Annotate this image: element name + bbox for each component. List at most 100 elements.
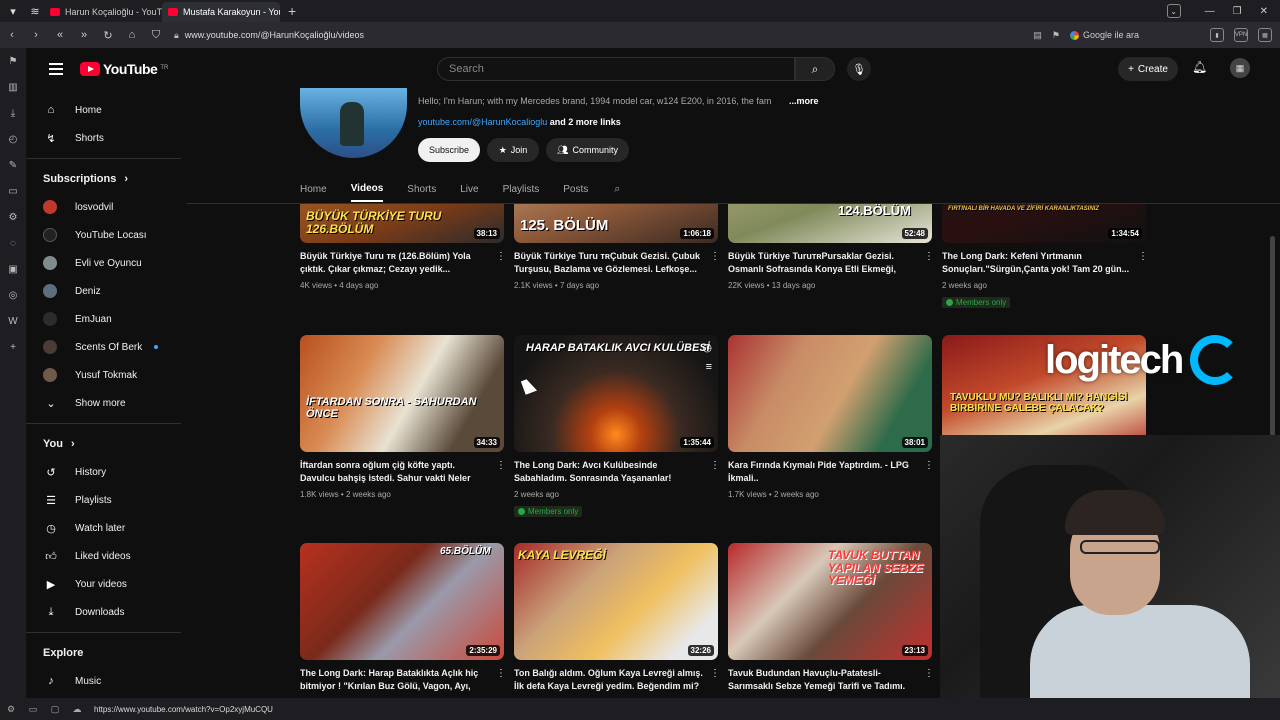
channel-avatar[interactable] [300, 88, 407, 158]
video-card[interactable]: 125. BÖLÜM 1:06:18 Büyük Türkiye Turu ᴛʀ… [514, 204, 720, 290]
video-title[interactable]: Ton Balığı aldım. Oğlum Kaya Levreği alm… [514, 667, 718, 693]
history-panel-icon[interactable]: ◴ [0, 126, 26, 152]
bookmarks-panel-icon[interactable]: ⚑ [0, 48, 26, 74]
more-actions-icon[interactable]: ⋮ [710, 251, 720, 262]
add-to-queue-icon[interactable]: ≡ [706, 361, 712, 373]
more-actions-icon[interactable]: ⋮ [1138, 251, 1148, 262]
guide-item-history[interactable]: ↺ History [26, 458, 181, 486]
tab-list-icon[interactable]: ⌄ [1166, 4, 1181, 18]
notes-panel-icon[interactable]: ✎ [0, 152, 26, 178]
watch-later-icon[interactable]: ◷ [702, 341, 712, 354]
url-field[interactable]: 🔒︎ www.youtube.com/@HarunKoçalioğlu/vide… [174, 30, 1014, 41]
guide-item-shorts[interactable]: ↯ Shorts [26, 124, 181, 152]
window-panel-icon[interactable]: ▭ [0, 178, 26, 204]
tab-stack-icon[interactable]: ≋ [26, 2, 44, 20]
chat-panel-icon[interactable]: ◌ [0, 230, 26, 256]
video-thumbnail[interactable]: İFTARDAN SONRA - SAHURDAN ÖNCE 34:33 [300, 335, 504, 452]
tab-home[interactable]: Home [300, 176, 327, 202]
video-thumbnail[interactable]: HARAP BATAKLIK AVCI KULÜBESİ 1:35:44 ◷ ≡ [514, 335, 718, 452]
reload-icon[interactable]: ↻ [96, 23, 120, 47]
more-actions-icon[interactable]: ⋮ [496, 460, 506, 471]
video-title[interactable]: Büyük Türkiye TuruᴛʀPursaklar Gezisi. Os… [728, 250, 932, 276]
video-title[interactable]: Büyük Türkiye Turu ᴛʀÇubuk Gezisi. Çubuk… [514, 250, 718, 276]
extensions-puzzle-icon[interactable]: ▦ [1258, 28, 1272, 42]
reading-list-icon[interactable]: ▥ [0, 74, 26, 100]
tab-shorts[interactable]: Shorts [407, 176, 436, 202]
subscription-item[interactable]: Yusuf Tokmak [26, 361, 181, 389]
tab-videos[interactable]: Videos [350, 176, 384, 202]
video-thumbnail[interactable]: KAYA LEVREĞİ 32:26 [514, 543, 718, 660]
video-card[interactable]: 38:01 Kara Fırında Kıymalı Pide Yaptırdı… [728, 335, 934, 499]
video-thumbnail[interactable]: TAVUK BUTTAN YAPILAN SEBZE YEMEĞİ 23:13 [728, 543, 932, 660]
web-panel-icon[interactable]: ◎ [0, 282, 26, 308]
close-window-icon[interactable]: ✕ [1260, 6, 1268, 17]
vpn-icon[interactable]: VPN [1234, 28, 1248, 42]
join-button[interactable]: ★ Join [487, 138, 539, 162]
guide-item-watch-later[interactable]: ◷ Watch later [26, 514, 181, 542]
subscription-item[interactable]: YouTube Locası [26, 221, 181, 249]
downloads-panel-icon[interactable]: ⤓ [0, 100, 26, 126]
guide-item-your-videos[interactable]: ▶ Your videos [26, 570, 181, 598]
home-icon[interactable]: ⌂ [120, 23, 144, 47]
restore-icon[interactable]: ❐ [1233, 6, 1242, 17]
browser-tab[interactable]: Harun Koçalioğlu - YouTub [44, 2, 162, 22]
guide-item-downloads[interactable]: ⤓ Downloads [26, 598, 181, 626]
bookmark-icon[interactable]: ⚑ [1052, 30, 1060, 41]
more-actions-icon[interactable]: ⋮ [710, 668, 720, 679]
page-scrollbar[interactable] [1270, 236, 1275, 436]
video-thumbnail[interactable]: 124.BÖLÜM 52:48 [728, 204, 932, 243]
video-thumbnail[interactable]: BÜYÜK TÜRKİYE TURU 126.BÖLÜM 38:13 [300, 204, 504, 243]
minimize-icon[interactable]: — [1205, 6, 1215, 17]
search-input[interactable]: Search [437, 57, 795, 81]
new-tab-icon[interactable]: + [288, 3, 296, 19]
guide-item-music[interactable]: ♪ Music [26, 667, 181, 695]
video-card[interactable]: FIRTINALI BİR HAVADA VE ZİFİRİ KARANLIKT… [942, 204, 1148, 311]
extension-icon[interactable]: ▮ [1210, 28, 1224, 42]
more-actions-icon[interactable]: ⋮ [924, 460, 934, 471]
vivaldi-menu-icon[interactable]: ▾ [4, 2, 22, 20]
guide-item-playlists[interactable]: ☰ Playlists [26, 486, 181, 514]
subscription-item[interactable]: Deniz [26, 277, 181, 305]
forward-icon[interactable]: › [24, 23, 48, 47]
subscription-item[interactable]: Evli ve Oyuncu [26, 249, 181, 277]
video-title[interactable]: İftardan sonra oğlum çiğ köfte yaptı. Da… [300, 459, 504, 485]
video-thumbnail[interactable]: FIRTINALI BİR HAVADA VE ZİFİRİ KARANLIKT… [942, 204, 1146, 243]
search-engine-field[interactable]: Google ile ara [1070, 30, 1200, 40]
subscriptions-header[interactable]: Subscriptions › [26, 165, 181, 193]
settings-icon[interactable]: ⚙ [0, 704, 22, 715]
fast-forward-icon[interactable]: » [72, 23, 96, 47]
subscription-item[interactable]: Scents Of Berk [26, 333, 181, 361]
cloud-icon[interactable]: ☁ [66, 704, 88, 715]
reader-icon[interactable]: ▤ [1033, 30, 1042, 41]
mastodon-panel-icon[interactable]: ▣ [0, 256, 26, 282]
channel-link[interactable]: youtube.com/@HarunKocalioglu [418, 117, 547, 127]
more-actions-icon[interactable]: ⋮ [710, 460, 720, 471]
video-thumbnail[interactable]: 125. BÖLÜM 1:06:18 [514, 204, 718, 243]
more-actions-icon[interactable]: ⋮ [924, 251, 934, 262]
video-thumbnail[interactable]: 65.BÖLÜM 2:35:29 [300, 543, 504, 660]
hamburger-menu-icon[interactable] [36, 63, 76, 75]
video-thumbnail[interactable]: 38:01 [728, 335, 932, 452]
subscription-item[interactable]: losvodvil [26, 193, 181, 221]
guide-item-liked-videos[interactable]: 👍︎ Liked videos [26, 542, 181, 570]
video-card[interactable]: HARAP BATAKLIK AVCI KULÜBESİ 1:35:44 ◷ ≡… [514, 335, 720, 520]
video-card[interactable]: BÜYÜK TÜRKİYE TURU 126.BÖLÜM 38:13 Büyük… [300, 204, 506, 290]
video-card[interactable]: KAYA LEVREĞİ 32:26 Ton Balığı aldım. Oğl… [514, 543, 720, 693]
create-button[interactable]: + Create [1118, 57, 1178, 81]
video-card[interactable]: 124.BÖLÜM 52:48 Büyük Türkiye TuruᴛʀPurs… [728, 204, 934, 290]
video-card[interactable]: TAVUK BUTTAN YAPILAN SEBZE YEMEĞİ 23:13 … [728, 543, 934, 693]
video-title[interactable]: Büyük Türkiye Turu ᴛʀ (126.Bölüm) Yola ç… [300, 250, 504, 276]
voice-search-button[interactable]: 🎙︎ [847, 57, 871, 81]
subscribe-button[interactable]: Subscribe [418, 138, 480, 162]
shield-icon[interactable]: ⛉ [144, 23, 168, 47]
window-icon[interactable]: ▢ [44, 704, 66, 715]
channel-search-icon[interactable]: ⌕ [614, 183, 620, 196]
video-title[interactable]: The Long Dark: Avcı Kulübesinde Sabahlad… [514, 459, 718, 485]
add-panel-icon[interactable]: + [0, 334, 26, 360]
tab-posts[interactable]: Posts [563, 176, 588, 202]
more-actions-icon[interactable]: ⋮ [496, 251, 506, 262]
more-actions-icon[interactable]: ⋮ [496, 668, 506, 679]
tab-live[interactable]: Live [460, 176, 478, 202]
video-title[interactable]: Kara Fırında Kıymalı Pide Yaptırdım. - L… [728, 459, 932, 485]
search-button[interactable]: ⌕ [795, 57, 835, 81]
